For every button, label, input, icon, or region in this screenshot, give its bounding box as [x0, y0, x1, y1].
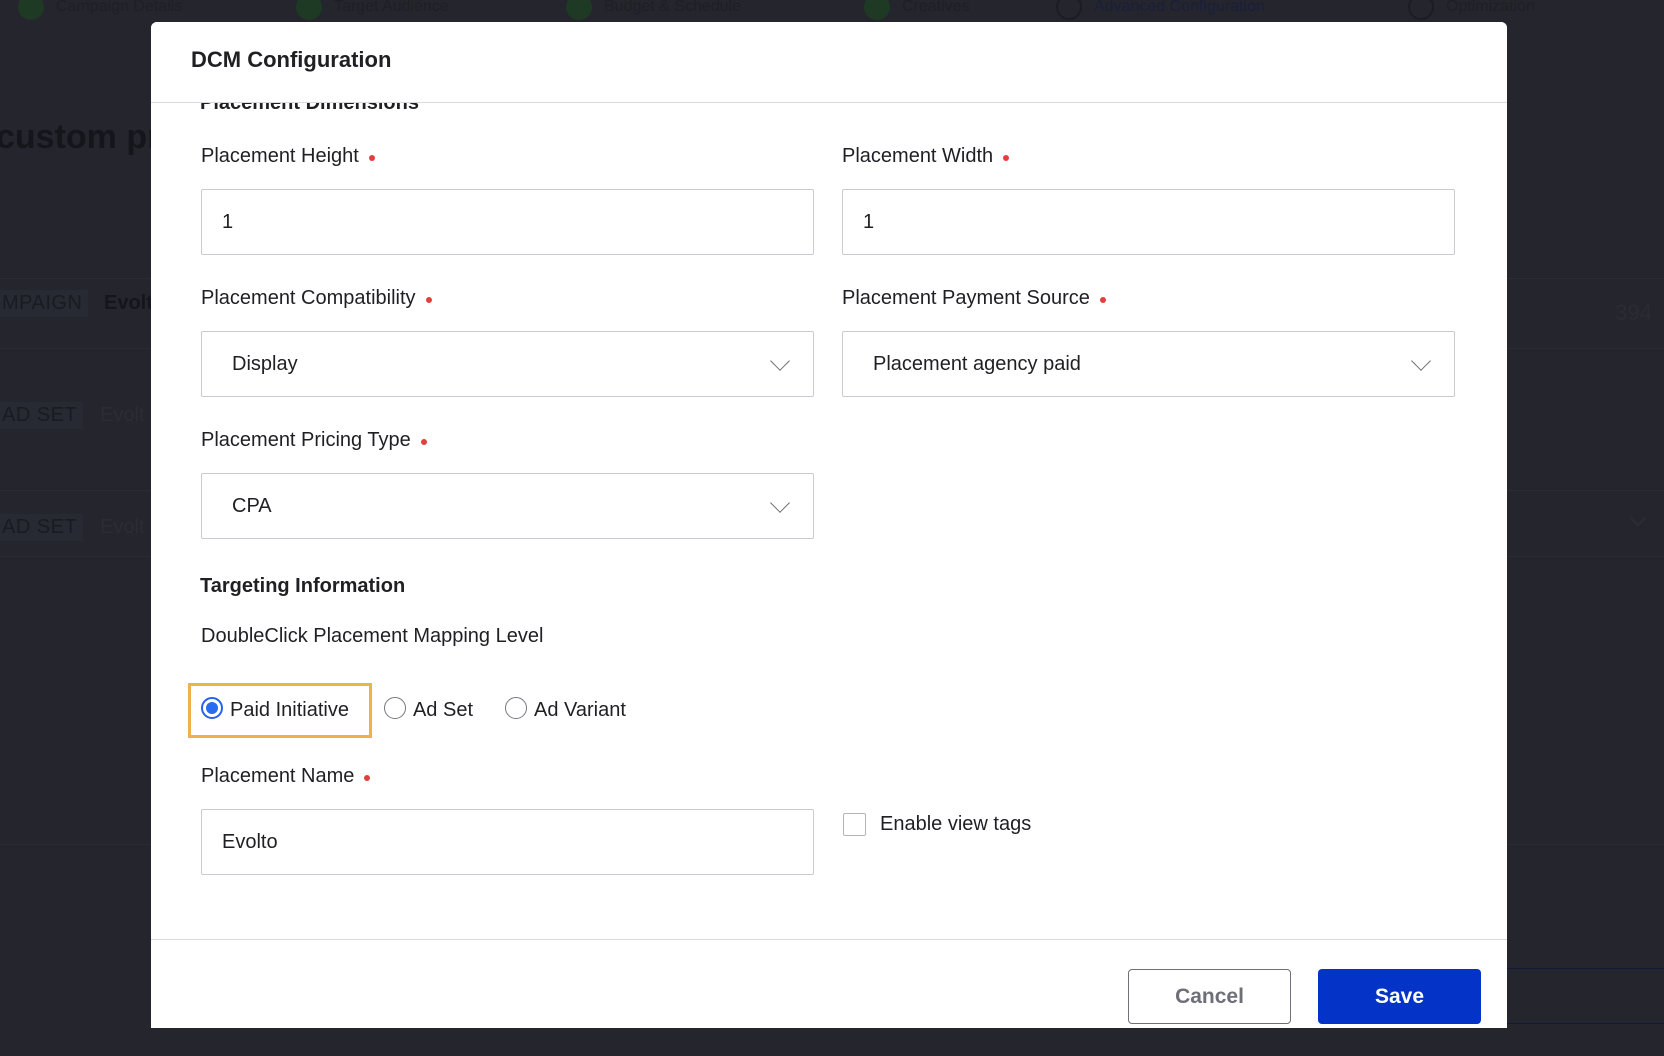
cancel-button[interactable]: Cancel: [1128, 969, 1291, 1024]
placement-compatibility-field: Placement Compatibility Display: [201, 285, 814, 397]
circle-icon: [1408, 0, 1434, 20]
chevron-down-icon: [770, 351, 790, 371]
step-advanced-configuration: Advanced Configuration: [1056, 0, 1265, 20]
step-budget-schedule: Budget & Schedule: [566, 0, 741, 20]
required-indicator-icon: [420, 439, 427, 445]
row-tag: MPAIGN: [0, 290, 89, 317]
required-indicator-icon: [368, 155, 375, 161]
check-circle-icon: [566, 0, 592, 20]
modal-header: DCM Configuration: [151, 22, 1507, 103]
placement-payment-source-field: Placement Payment Source Placement agenc…: [842, 285, 1455, 397]
check-circle-icon: [296, 0, 322, 20]
required-indicator-icon: [425, 297, 432, 303]
placement-height-field: Placement Height 1: [201, 143, 814, 255]
background-input: [1480, 968, 1664, 1024]
check-circle-icon: [18, 0, 44, 20]
required-indicator-icon: [364, 775, 371, 781]
section-title-placement-dimensions: Placement Dimensions: [200, 103, 419, 111]
step-target-audience: Target Audience: [296, 0, 449, 20]
placement-compatibility-select[interactable]: Display: [201, 331, 814, 397]
row-count: 394: [1615, 300, 1652, 325]
check-circle-icon: [864, 0, 890, 20]
step-creatives: Creatives: [864, 0, 970, 20]
placement-name-field: Placement Name Evolto: [201, 763, 814, 875]
placement-name-label: Placement Name: [201, 763, 814, 789]
chevron-down-icon: [770, 493, 790, 513]
placement-width-label: Placement Width: [842, 143, 1455, 169]
chevron-down-icon: [1629, 509, 1647, 527]
step-optimization: Optimization: [1408, 0, 1535, 20]
modal-footer: Cancel Save: [151, 939, 1507, 1028]
modal-body[interactable]: Placement Dimensions Placement Height 1 …: [151, 103, 1507, 939]
placement-height-label: Placement Height: [201, 143, 814, 169]
mapping-level-radio-group: Paid Initiative Ad Set Ad Variant: [188, 683, 638, 738]
placement-payment-source-label: Placement Payment Source: [842, 285, 1455, 311]
required-indicator-icon: [1003, 155, 1010, 161]
required-indicator-icon: [1099, 297, 1106, 303]
radio-unchecked-icon[interactable]: [505, 696, 528, 719]
radio-checked-icon[interactable]: [201, 696, 223, 719]
row-name: Evolt: [104, 292, 153, 314]
enable-view-tags-checkbox[interactable]: Enable view tags: [843, 813, 1031, 836]
page-heading: custom pr: [0, 118, 161, 156]
modal-title: DCM Configuration: [191, 47, 392, 72]
targeting-information-title: Targeting Information: [200, 575, 406, 597]
row-name: Evolt: [100, 516, 145, 538]
checkbox-unchecked-icon[interactable]: [843, 813, 866, 836]
placement-width-field: Placement Width 1: [842, 143, 1455, 255]
placement-pricing-type-field: Placement Pricing Type CPA: [201, 427, 814, 539]
dcm-configuration-modal: DCM Configuration Placement Dimensions P…: [151, 22, 1507, 1028]
row-name: Evolt: [100, 404, 145, 426]
placement-pricing-type-select[interactable]: CPA: [201, 473, 814, 539]
radio-paid-initiative[interactable]: Paid Initiative: [188, 683, 372, 738]
chevron-down-icon: [1411, 351, 1431, 371]
placement-height-input[interactable]: 1: [201, 189, 814, 255]
placement-pricing-type-label: Placement Pricing Type: [201, 427, 814, 453]
placement-payment-source-select[interactable]: Placement agency paid: [842, 331, 1455, 397]
save-button[interactable]: Save: [1318, 969, 1481, 1024]
row-tag: AD SET: [0, 402, 84, 429]
placement-width-input[interactable]: 1: [842, 189, 1455, 255]
placement-compatibility-label: Placement Compatibility: [201, 285, 814, 311]
row-tag: AD SET: [0, 514, 84, 541]
circle-icon: [1056, 0, 1082, 20]
step-campaign-details: Campaign Details: [18, 0, 182, 20]
radio-ad-variant[interactable]: Ad Variant: [485, 683, 638, 738]
radio-ad-set[interactable]: Ad Set: [372, 683, 485, 738]
radio-unchecked-icon[interactable]: [383, 696, 406, 719]
placement-name-input[interactable]: Evolto: [201, 809, 814, 875]
mapping-level-label: DoubleClick Placement Mapping Level: [201, 625, 544, 647]
